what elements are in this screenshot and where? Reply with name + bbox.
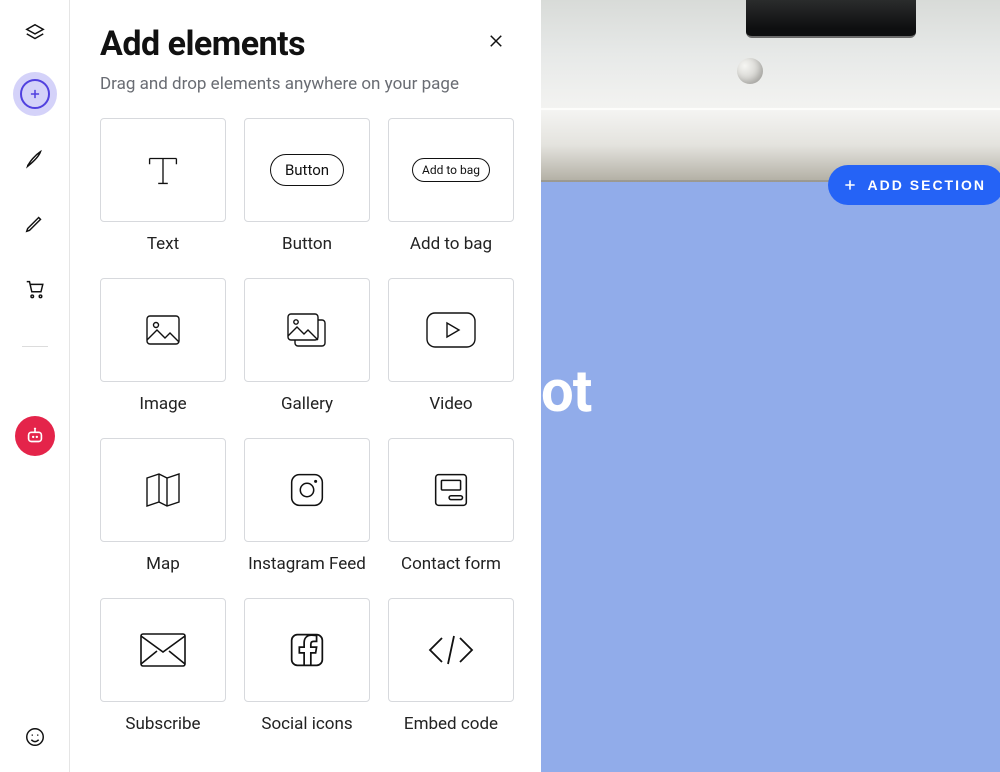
panel-subtitle: Drag and drop elements anywhere on your …	[100, 74, 511, 94]
page-canvas[interactable]: ot ADD SECTION	[541, 0, 1000, 772]
hero-image-detail	[746, 0, 916, 38]
element-label: Image	[100, 394, 226, 414]
add-section-label: ADD SECTION	[868, 177, 986, 193]
button-icon: Button	[270, 154, 344, 186]
video-icon	[423, 309, 479, 351]
panel-title: Add elements	[100, 24, 305, 64]
cart-icon[interactable]	[24, 278, 46, 300]
contact-form-icon	[428, 467, 474, 513]
add-to-bag-icon: Add to bag	[412, 158, 490, 182]
section-overlay[interactable]	[541, 182, 1000, 772]
tool-rail	[0, 0, 70, 772]
emoji-icon[interactable]	[24, 726, 46, 748]
element-label: Contact form	[388, 554, 514, 574]
hero-image	[541, 0, 1000, 182]
brush-icon[interactable]	[24, 148, 46, 170]
element-label: Social icons	[244, 714, 370, 734]
gallery-icon	[281, 306, 333, 354]
element-tile-video[interactable]	[388, 278, 514, 382]
element-label: Text	[100, 234, 226, 254]
add-elements-panel: Add elements Drag and drop elements anyw…	[70, 0, 541, 772]
element-tile-button[interactable]: Button	[244, 118, 370, 222]
element-tile-image[interactable]	[100, 278, 226, 382]
envelope-icon	[137, 630, 189, 670]
map-icon	[139, 466, 187, 514]
plus-icon	[842, 177, 858, 193]
element-tile-add-to-bag[interactable]: Add to bag	[388, 118, 514, 222]
element-label: Map	[100, 554, 226, 574]
add-element-button[interactable]	[13, 72, 57, 116]
ai-assistant-button[interactable]	[15, 416, 55, 456]
add-section-button[interactable]: ADD SECTION	[828, 165, 1000, 205]
element-tile-instagram-feed[interactable]	[244, 438, 370, 542]
element-label: Instagram Feed	[244, 554, 370, 574]
element-label: Gallery	[244, 394, 370, 414]
text-icon	[140, 147, 186, 193]
element-tile-contact-form[interactable]	[388, 438, 514, 542]
layers-icon[interactable]	[24, 22, 46, 44]
code-icon	[424, 632, 478, 668]
rail-divider	[22, 346, 48, 347]
element-tile-subscribe[interactable]	[100, 598, 226, 702]
close-icon	[487, 32, 505, 50]
element-label: Button	[244, 234, 370, 254]
instagram-icon	[284, 467, 330, 513]
pen-icon[interactable]	[24, 212, 46, 234]
element-tile-text[interactable]	[100, 118, 226, 222]
image-icon	[139, 306, 187, 354]
element-tile-gallery[interactable]	[244, 278, 370, 382]
element-label: Video	[388, 394, 514, 414]
section-title-fragment: ot	[541, 358, 591, 426]
close-button[interactable]	[481, 26, 511, 60]
element-label: Embed code	[388, 714, 514, 734]
element-tile-embed-code[interactable]	[388, 598, 514, 702]
elements-grid: Text Button Button Add to bag Add to bag	[100, 118, 511, 748]
hero-image-detail	[737, 58, 763, 84]
element-label: Add to bag	[388, 234, 514, 254]
element-tile-social-icons[interactable]	[244, 598, 370, 702]
facebook-icon	[284, 627, 330, 673]
element-label: Subscribe	[100, 714, 226, 734]
element-tile-map[interactable]	[100, 438, 226, 542]
